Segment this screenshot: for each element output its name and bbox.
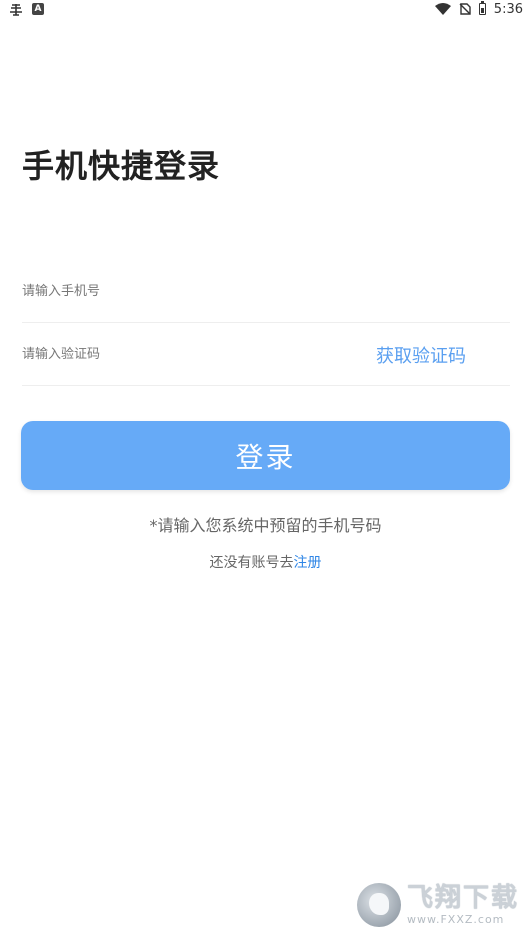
status-right: 5:36 xyxy=(434,1,523,17)
watermark-text: 飞翔下载 www.FXXZ.com xyxy=(407,885,519,925)
watermark-logo xyxy=(356,883,401,927)
no-sim-icon xyxy=(459,2,471,16)
status-left: A xyxy=(8,2,44,16)
battery-icon xyxy=(478,1,486,16)
watermark-url-text: www.FXXZ.com xyxy=(406,913,505,926)
phone-input[interactable] xyxy=(22,261,510,322)
register-row: 还没有账号去注册 xyxy=(0,552,531,572)
bug-icon xyxy=(8,2,24,16)
page-title: 手机快捷登录 xyxy=(22,147,221,185)
register-link[interactable]: 注册 xyxy=(294,555,322,571)
status-time: 5:36 xyxy=(493,1,523,17)
verification-code-field: 获取验证码 xyxy=(22,324,510,386)
watermark: 飞翔下载 www.FXXZ.com xyxy=(356,883,519,927)
get-code-button[interactable]: 获取验证码 xyxy=(376,342,466,368)
phone-field xyxy=(22,261,510,323)
phone-hint: *请输入您系统中预留的手机号码 xyxy=(149,516,382,535)
text-a-icon: A xyxy=(32,2,44,16)
no-account-text: 还没有账号去 xyxy=(209,555,294,571)
verification-code-input[interactable] xyxy=(22,324,376,385)
login-button[interactable]: 登录 xyxy=(21,421,510,490)
watermark-cn-text: 飞翔下载 xyxy=(406,883,519,913)
wifi-icon xyxy=(434,2,451,16)
login-screen: A 5:36 手机快捷登录 请输入手机号 请输入验证码 获取验证码 登录 *请输… xyxy=(0,0,531,935)
status-bar: A 5:36 xyxy=(0,0,531,18)
